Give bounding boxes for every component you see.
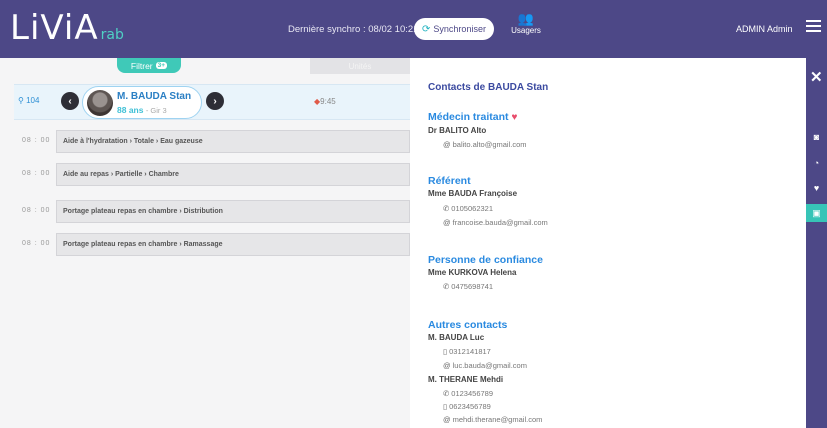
- mobile-icon: ▯: [443, 347, 448, 356]
- contacts-tab-icon[interactable]: ▣: [806, 204, 827, 222]
- autres-section-title: Autres contacts: [428, 319, 508, 331]
- email-icon: @: [443, 415, 451, 424]
- filter-button[interactable]: Filtrer 3+: [117, 58, 181, 73]
- confiance-name: Mme KURKOVA Helena: [428, 268, 517, 277]
- task-row[interactable]: 08 : 00 Portage plateau repas en chambre…: [14, 233, 410, 256]
- logo-main: LiViA: [10, 8, 99, 48]
- task-time: 08 : 00: [22, 240, 51, 247]
- autre-contact-phone[interactable]: ✆ 0123456789: [443, 389, 493, 398]
- previous-patient-button[interactable]: ‹: [61, 92, 79, 110]
- usagers-button[interactable]: 👥 Usagers: [505, 11, 547, 36]
- contacts-title: Contacts de BAUDA Stan: [428, 82, 549, 93]
- users-icon: 👥: [517, 11, 535, 26]
- email-icon: @: [443, 140, 451, 149]
- refresh-icon: ⟳: [422, 23, 431, 35]
- patient-card[interactable]: M. BAUDA Stan 88 ans - Gir 3: [82, 86, 202, 119]
- filter-label: Filtrer: [130, 60, 153, 71]
- camera-icon[interactable]: ◙: [806, 128, 827, 146]
- last-sync-text: Dernière synchro : 08/02 10:21 •: [288, 24, 425, 35]
- autre-contact-mobile[interactable]: ▯ 0312141817: [443, 347, 491, 356]
- task-row[interactable]: 08 : 00 Aide à l'hydratation › Totale › …: [14, 130, 410, 153]
- close-icon[interactable]: ✕: [810, 68, 823, 86]
- task-label: Portage plateau repas en chambre › Ramas…: [63, 241, 223, 248]
- task-time: 08 : 00: [22, 170, 51, 177]
- phone-icon: ✆: [443, 204, 450, 213]
- task-pane: Filtrer 3+ Unités ⚲ 104 ‹ M. BAUDA Stan …: [0, 58, 410, 428]
- autre-contact-email[interactable]: @ mehdi.therane@gmail.com: [443, 415, 542, 424]
- autre-contact-name: M. BAUDA Luc: [428, 333, 485, 342]
- autre-contact-mobile[interactable]: ▯ 0623456789: [443, 402, 491, 411]
- email-icon: @: [443, 361, 451, 370]
- app-logo[interactable]: LiViA rab: [10, 8, 124, 55]
- medecin-name: Dr BALITO Alto: [428, 126, 487, 135]
- medecin-email[interactable]: @ balito.alto@gmail.com: [443, 140, 527, 149]
- units-tab[interactable]: Unités: [310, 58, 410, 74]
- chat-icon[interactable]: ◔: [806, 154, 827, 172]
- patient-row: ⚲ 104 ‹ M. BAUDA Stan 88 ans - Gir 3 › ◆…: [14, 84, 410, 120]
- confiance-section-title: Personne de confiance: [428, 254, 543, 266]
- user-menu[interactable]: ADMIN Admin: [736, 24, 793, 34]
- task-time: 08 : 00: [22, 207, 51, 214]
- right-sidebar: ✕ ◙ ◔ ♥ ▣: [806, 58, 827, 428]
- task-label: Aide à l'hydratation › Totale › Eau gaze…: [63, 138, 203, 145]
- mobile-icon: ▯: [443, 402, 448, 411]
- referent-email[interactable]: @ francoise.bauda@gmail.com: [443, 218, 548, 227]
- phone-icon: ✆: [443, 282, 450, 291]
- time-chip: ◆9:45: [314, 97, 336, 106]
- room-number: ⚲ 104: [18, 96, 40, 105]
- hamburger-menu-icon[interactable]: [806, 20, 821, 34]
- task-time: 08 : 00: [22, 137, 51, 144]
- next-patient-button[interactable]: ›: [206, 92, 224, 110]
- referent-phone[interactable]: ✆ 0105062321: [443, 204, 493, 213]
- phone-icon: ✆: [443, 389, 450, 398]
- confiance-phone[interactable]: ✆ 0475698741: [443, 282, 493, 291]
- contacts-panel: Contacts de BAUDA Stan Médecin traitant ♥…: [410, 58, 806, 428]
- sync-button-label: Synchroniser: [433, 24, 486, 34]
- location-pin-icon: ⚲: [18, 96, 24, 105]
- heart-icon: ♥: [511, 112, 518, 123]
- filter-badge: 3+: [155, 62, 168, 69]
- usagers-label: Usagers: [511, 26, 541, 35]
- task-label: Aide au repas › Partielle › Chambre: [63, 171, 179, 178]
- logo-sub: rab: [100, 27, 124, 43]
- sync-button[interactable]: ⟳ Synchroniser: [414, 18, 494, 40]
- patient-gir: - Gir 3: [145, 106, 167, 115]
- task-label: Portage plateau repas en chambre › Distr…: [63, 208, 223, 215]
- top-bar: LiViA rab Dernière synchro : 08/02 10:21 …: [0, 0, 827, 58]
- referent-section-title: Référent: [428, 175, 471, 187]
- medecin-section-title: Médecin traitant ♥: [428, 111, 518, 123]
- autre-contact-email[interactable]: @ luc.bauda@gmail.com: [443, 361, 527, 370]
- heart-icon[interactable]: ♥: [806, 179, 827, 197]
- referent-name: Mme BAUDA Françoise: [428, 189, 518, 198]
- email-icon: @: [443, 218, 451, 227]
- patient-name: M. BAUDA Stan: [117, 91, 192, 102]
- autre-contact-name: M. THERANE Mehdi: [428, 375, 504, 384]
- patient-avatar: [87, 90, 113, 116]
- task-row[interactable]: 08 : 00 Portage plateau repas en chambre…: [14, 200, 410, 223]
- patient-age: 88 ans - Gir 3: [117, 105, 167, 115]
- task-row[interactable]: 08 : 00 Aide au repas › Partielle › Cham…: [14, 163, 410, 186]
